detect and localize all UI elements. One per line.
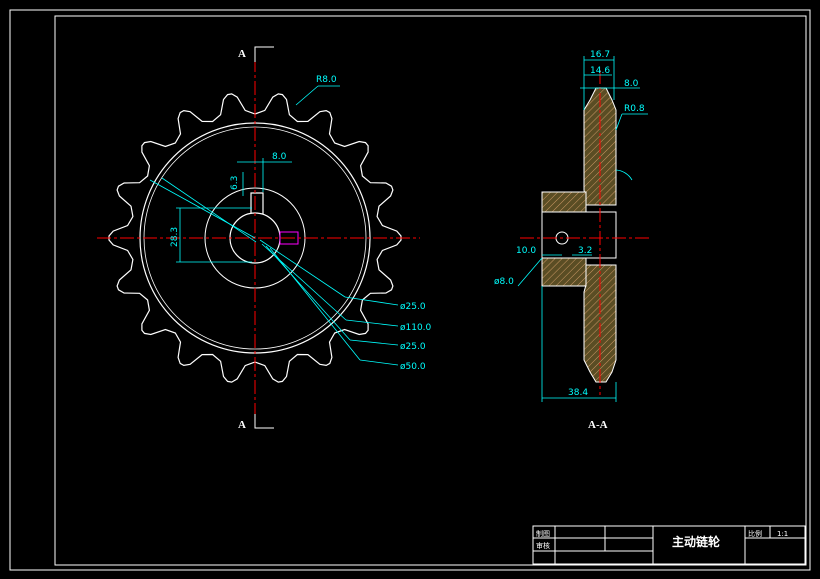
dim-tip-radius: R0.8: [624, 104, 645, 114]
hub-section-top: [541, 191, 587, 213]
hub-section-bottom: [541, 257, 587, 287]
dim-width-mid: 14.6: [590, 66, 610, 76]
dim-pin-diameter: ø8.0: [494, 277, 514, 287]
front-view: A A R8.0 8.0 6.3 28.3 ø25.0 ø110.0 ø25.0…: [97, 46, 432, 431]
title-drawn-by-label: 制图: [536, 529, 550, 538]
dim-pin-step: 3.2: [578, 246, 592, 256]
front-dimensions: [149, 85, 399, 366]
section-mark-top: A: [238, 48, 246, 60]
title-scale-value: 1:1: [777, 530, 788, 538]
keyway: [250, 192, 264, 214]
title-part-name: 主动链轮: [672, 534, 721, 549]
section-arrow-top: [254, 46, 274, 62]
dim-pin-offset: 10.0: [516, 246, 536, 256]
section-arrow-bottom: [254, 414, 274, 429]
dim-hub-length: 38.4: [568, 388, 588, 398]
section-view-label: A-A: [588, 419, 608, 431]
dim-keyway-width: 8.0: [272, 152, 287, 162]
dim-pitch-diameter: ø110.0: [400, 323, 432, 333]
dim-hub-diameter: ø50.0: [400, 362, 426, 372]
title-scale-label: 比例: [748, 529, 762, 538]
title-block: [532, 525, 806, 565]
dim-bore-diameter: ø25.0: [400, 302, 426, 312]
dim-keyway-depth: 6.3: [230, 176, 240, 190]
cad-drawing-canvas[interactable]: A A R8.0 8.0 6.3 28.3 ø25.0 ø110.0 ø25.0…: [0, 0, 820, 579]
sheet-outer-border: [9, 9, 811, 571]
dim-root-radius: R8.0: [316, 75, 337, 85]
dim-hole-diameter: ø25.0: [400, 342, 426, 352]
dim-width-top: 16.7: [590, 50, 610, 60]
dim-tooth-width: 8.0: [624, 79, 639, 89]
section-view: 16.7 14.6 8.0 R0.8 10.0 3.2 ø8.0 38.4 A-…: [494, 50, 652, 431]
title-checked-by-label: 审核: [536, 541, 550, 550]
sheet-inner-border: [54, 15, 807, 566]
dim-keyway-height: 28.3: [170, 227, 180, 247]
section-mark-bottom: A: [238, 419, 246, 431]
